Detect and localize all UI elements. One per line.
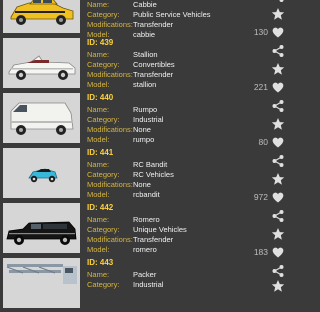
van-image: [3, 93, 80, 143]
vehicle-modifications: None: [133, 125, 151, 134]
share-icon[interactable]: [271, 0, 285, 3]
modifications-label: Modifications:: [87, 20, 133, 29]
vehicle-modifications: None: [133, 180, 151, 189]
vehicle-modifications: Transfender: [133, 70, 174, 79]
vehicle-name: Packer: [133, 270, 157, 279]
category-label: Category:: [87, 280, 120, 289]
vehicle-category: Convertibles: [133, 60, 175, 69]
share-icon[interactable]: [271, 264, 285, 278]
rc-car-image: [3, 148, 80, 198]
name-label: Name:: [87, 50, 110, 59]
likes-count: 80: [258, 137, 268, 147]
name-label: Name:: [87, 215, 110, 224]
vehicle-id: ID: 439: [87, 38, 114, 47]
vehicle-name: Stallion: [133, 50, 158, 59]
hearse-image: [3, 203, 80, 253]
vehicle-category: Public Service Vehicles: [133, 10, 211, 19]
vehicle-category: Unique Vehicles: [133, 225, 187, 234]
star-icon[interactable]: [271, 7, 285, 21]
vehicle-row[interactable]: ID: 440 Name: Rumpo Category: Industrial M…: [0, 92, 288, 148]
name-label: Name:: [87, 0, 110, 9]
vehicle-name: Romero: [133, 215, 160, 224]
name-label: Name:: [87, 105, 110, 114]
category-label: Category:: [87, 170, 120, 179]
model-label: Model:: [87, 80, 110, 89]
vehicle-category: RC Vehicles: [133, 170, 174, 179]
share-icon[interactable]: [271, 44, 285, 58]
vehicle-row[interactable]: ID: 439 Name: Stallion Category: Convertib…: [0, 37, 288, 93]
share-icon[interactable]: [271, 209, 285, 223]
name-label: Name:: [87, 160, 110, 169]
vehicle-id: ID: 441: [87, 148, 114, 157]
star-icon[interactable]: [271, 172, 285, 186]
share-icon[interactable]: [271, 154, 285, 168]
likes-count: 972: [253, 192, 268, 202]
star-icon[interactable]: [271, 227, 285, 241]
modifications-label: Modifications:: [87, 70, 133, 79]
vehicle-name: Rumpo: [133, 105, 158, 114]
vehicle-row[interactable]: ID: 442 Name: Romero Category: Unique Vehi…: [0, 202, 288, 258]
likes-count: 130: [253, 27, 268, 37]
modifications-label: Modifications:: [87, 125, 133, 134]
modifications-label: Modifications:: [87, 235, 133, 244]
vehicle-row[interactable]: ID: 443 Name: Packer Category: Industrial: [0, 257, 288, 312]
vehicle-name: RC Bandit: [133, 160, 168, 169]
star-icon[interactable]: [271, 62, 285, 76]
vehicle-name: Cabbie: [133, 0, 157, 9]
category-label: Category:: [87, 60, 120, 69]
vehicle-category: Industrial: [133, 115, 164, 124]
share-icon[interactable]: [271, 99, 285, 113]
vehicle-model: rcbandit: [133, 190, 160, 199]
vehicle-id: ID: 443: [87, 258, 114, 267]
model-label: Model:: [87, 190, 110, 199]
model-label: Model:: [87, 245, 110, 254]
star-icon[interactable]: [271, 117, 285, 131]
name-label: Name:: [87, 270, 110, 279]
vehicle-model: stallion: [133, 80, 157, 89]
vehicle-modifications: Transfender: [133, 20, 174, 29]
packer-truck-image: [3, 258, 80, 308]
vehicle-row[interactable]: ID: 441 Name: RC Bandit Category: RC Vehic…: [0, 147, 288, 203]
model-label: Model:: [87, 135, 110, 144]
vehicle-model: rumpo: [133, 135, 155, 144]
likes-count: 183: [253, 247, 268, 257]
modifications-label: Modifications:: [87, 180, 133, 189]
category-label: Category:: [87, 10, 120, 19]
convertible-car-image: [3, 38, 80, 88]
category-label: Category:: [87, 225, 120, 234]
likes-count: 221: [253, 82, 268, 92]
star-icon[interactable]: [271, 279, 285, 293]
vehicle-modifications: Transfender: [133, 235, 174, 244]
vehicle-id: ID: 440: [87, 93, 114, 102]
taxi-car-image: [3, 0, 80, 33]
vehicle-model: romero: [133, 245, 157, 254]
vehicle-row[interactable]: Name: Cabbie Category: Public Service Vehi…: [0, 0, 288, 39]
vehicle-id: ID: 442: [87, 203, 114, 212]
vehicle-category: Industrial: [133, 280, 164, 289]
category-label: Category:: [87, 115, 120, 124]
